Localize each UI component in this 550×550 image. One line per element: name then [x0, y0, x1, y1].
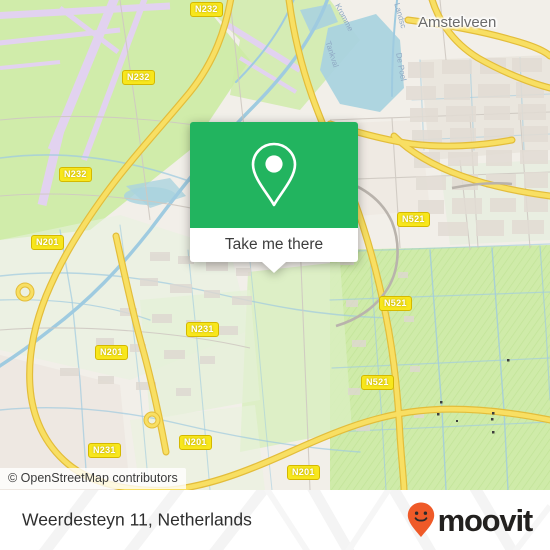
road-shield: N521: [361, 375, 394, 390]
moovit-smiley-pin-icon: [407, 502, 434, 537]
card-pointer-tail: [262, 262, 286, 273]
card-header: [190, 122, 358, 228]
location-title: Weerdesteyn 11, Netherlands: [22, 509, 252, 530]
osm-attribution[interactable]: © OpenStreetMap contributors: [0, 468, 186, 489]
take-me-there-label: Take me there: [224, 236, 324, 253]
take-me-there-button[interactable]: Take me there: [190, 228, 358, 273]
footer-bar: Weerdesteyn 11, Netherlands moovit: [0, 490, 550, 550]
road-shield: N201: [287, 465, 320, 480]
road-shield: N232: [122, 70, 155, 85]
road-shield: N201: [31, 235, 64, 250]
place-label-amstelveen: Amstelveen: [418, 14, 497, 31]
road-shield: N201: [179, 435, 212, 450]
moovit-wordmark: moovit: [437, 502, 534, 538]
road-shield: N521: [379, 296, 412, 311]
road-shield: N201: [95, 345, 128, 360]
road-shield: N232: [190, 2, 223, 17]
location-callout-card[interactable]: Take me there: [190, 122, 358, 273]
moovit-logo[interactable]: moovit: [406, 501, 534, 539]
road-shield: N521: [397, 212, 430, 227]
moovit-location-card-screenshot: Kromme Landsc Tankval De Poel Amstelveen…: [0, 0, 550, 550]
road-shield: N231: [88, 443, 121, 458]
map-pin-icon: [251, 142, 297, 207]
road-shield: N231: [186, 322, 219, 337]
road-shield: N232: [59, 167, 92, 182]
